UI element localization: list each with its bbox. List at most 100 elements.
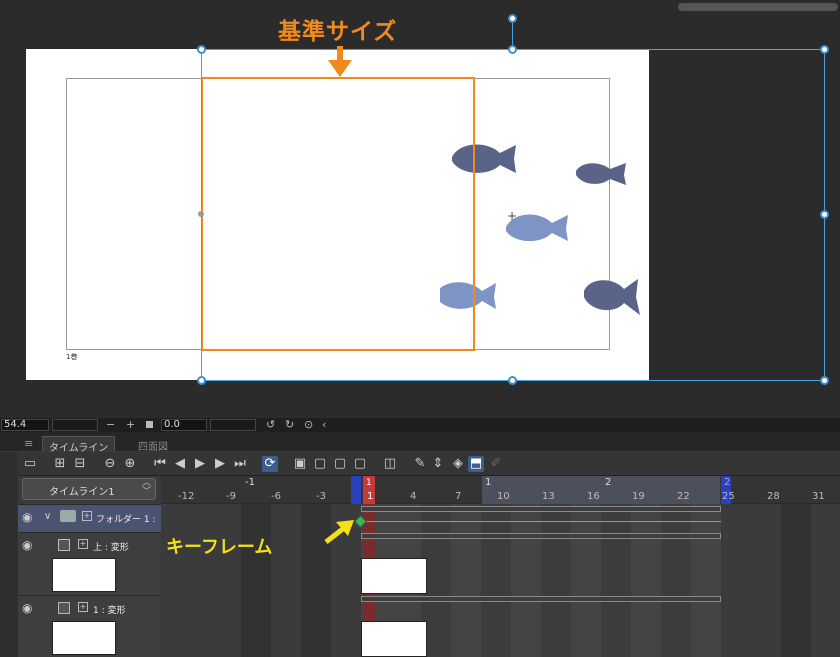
zoom-out-button[interactable]: − — [106, 418, 115, 431]
ruler-tick-label: 31 — [812, 491, 825, 502]
timeline-selector[interactable]: タイムライン1 — [22, 478, 156, 500]
grid-column-shade — [541, 504, 571, 657]
rotate-left-icon[interactable]: ↺ — [266, 418, 275, 431]
frame-label: 1巻 — [66, 353, 78, 361]
image-layer-icon — [58, 602, 70, 614]
zoom-in-icon[interactable]: ⊕ — [122, 456, 138, 472]
ruler-tick-label: -9 — [226, 491, 236, 502]
zoom-in-button[interactable]: + — [126, 418, 135, 431]
transform-handle-t[interactable] — [508, 45, 517, 54]
cel-thumbnail[interactable] — [361, 558, 427, 594]
folder-icon — [60, 510, 76, 522]
new-cel-icon[interactable]: ▣ — [292, 456, 308, 472]
cel-option-icon[interactable]: ▢ — [352, 456, 368, 472]
expand-chevron-icon[interactable]: ∨ — [44, 511, 51, 522]
rotate-handle[interactable] — [508, 14, 517, 23]
light-table-icon[interactable]: ◫ — [382, 456, 398, 472]
transform-handle-tl[interactable] — [197, 45, 206, 54]
layer-name-top: 上 : 変形 — [93, 543, 129, 553]
track-line-folder — [361, 521, 721, 522]
ruler-tick-label: -6 — [271, 491, 281, 502]
pivot-crosshair-icon[interactable]: + — [507, 209, 517, 223]
image-layer-icon — [58, 539, 70, 551]
transform-handle-l[interactable] — [198, 211, 204, 217]
grid-column-shade — [241, 504, 271, 657]
ruler-tick-label: 25 — [722, 491, 735, 502]
prev-frame-icon[interactable]: ◀ — [172, 456, 188, 472]
eye-icon[interactable]: ◉ — [22, 601, 32, 615]
reset-rotation-icon[interactable]: ⊙ — [304, 418, 313, 431]
onion-skin-icon[interactable]: ▢ — [332, 456, 348, 472]
zoom-field[interactable]: 54.4 — [1, 419, 49, 431]
next-frame-icon[interactable]: ▶ — [212, 456, 228, 472]
transform-icon: + — [78, 539, 88, 549]
edit-keyframe-icon[interactable]: ⬒ — [468, 456, 484, 472]
layer-thumbnail — [52, 621, 116, 655]
first-frame-icon[interactable]: ⏮ — [152, 456, 168, 472]
layer-thumbnail — [52, 558, 116, 592]
transform-handle-bl[interactable] — [197, 376, 206, 385]
ruler-tick-label: 19 — [632, 491, 645, 502]
grid-column-shade — [781, 504, 811, 657]
ruler-tick-label: 4 — [410, 491, 417, 502]
grid-column-shade — [601, 504, 631, 657]
rotate-slider[interactable] — [210, 419, 256, 431]
transform-icon: + — [82, 511, 92, 521]
play-icon[interactable]: ▶ — [192, 456, 208, 472]
ruler-second-label: 2 — [724, 477, 731, 488]
ruler-tick-label: 7 — [455, 491, 462, 502]
range-start-marker[interactable] — [351, 476, 361, 504]
track-bar-top[interactable] — [361, 533, 721, 539]
loop-icon[interactable]: ⟳ — [262, 456, 278, 472]
grid-column-shade — [661, 504, 691, 657]
eye-icon[interactable]: ◉ — [22, 510, 32, 524]
rotate-right-icon[interactable]: ↻ — [285, 418, 294, 431]
transform-handle-tr[interactable] — [820, 45, 829, 54]
timeline-view-icon[interactable]: ▭ — [22, 456, 38, 472]
ruler-second-label: 1 — [485, 477, 492, 488]
assign-cel-icon[interactable]: ▢ — [312, 456, 328, 472]
ruler-tick-label: 22 — [677, 491, 690, 502]
ruler-tick-label: 16 — [587, 491, 600, 502]
transform-handle-br[interactable] — [820, 376, 829, 385]
collapse-icon[interactable]: ‹ — [322, 418, 326, 431]
track-bar-1[interactable] — [361, 596, 721, 602]
keyframe-toggle-icon[interactable]: ✎ — [412, 456, 428, 472]
delete-keyframe-icon[interactable]: ◈ — [450, 456, 466, 472]
transform-handle-b[interactable] — [508, 376, 517, 385]
ruler-tick-label: 1 — [367, 491, 374, 502]
fit-icon[interactable] — [146, 421, 153, 428]
ruler-second-label: -1 — [245, 477, 255, 488]
cel-thumbnail[interactable] — [361, 621, 427, 657]
tab-timeline[interactable]: タイムライン — [42, 436, 116, 454]
selector-chevron-icon[interactable]: ︿ ﹀ — [142, 479, 151, 497]
layer-name-1: 1 : 変形 — [93, 606, 126, 616]
transform-icon: + — [78, 602, 88, 612]
ruler-tick-label: 10 — [497, 491, 510, 502]
transform-handle-r[interactable] — [820, 210, 829, 219]
layer-name-folder: フォルダー 1 : 変形 — [96, 515, 158, 525]
ruler-tick-label: 13 — [542, 491, 555, 502]
ruler-tick-label: 28 — [767, 491, 780, 502]
grid-column-shade — [481, 504, 511, 657]
ruler-tick-label: -12 — [178, 491, 195, 502]
last-frame-icon[interactable]: ⏭ — [232, 456, 248, 472]
timeline-toolbar — [18, 452, 840, 476]
track-bar-folder[interactable] — [361, 506, 721, 512]
horizontal-scrollbar[interactable] — [678, 3, 838, 11]
zoom-slider[interactable] — [52, 419, 98, 431]
keyframe-interp-icon[interactable]: ⇕ — [430, 456, 446, 472]
playhead-label: 1 — [366, 478, 372, 488]
pencil-icon[interactable]: ✐ — [488, 456, 504, 472]
zoom-out-icon[interactable]: ⊖ — [102, 456, 118, 472]
add-folder-icon[interactable]: ⊟ — [72, 456, 88, 472]
eye-icon[interactable]: ◉ — [22, 538, 32, 552]
ruler-second-label: 2 — [605, 477, 612, 488]
keyframe-annotation: キーフレーム — [166, 537, 273, 558]
tab-four-view[interactable]: 四面図 — [132, 436, 174, 453]
menu-icon[interactable]: ≡ — [24, 437, 33, 450]
base-size-label: 基準サイズ — [278, 19, 398, 45]
rotate-field[interactable]: 0.0 — [161, 419, 207, 431]
layer-sync-icon[interactable]: ⊞ — [52, 456, 68, 472]
keyframe-arrow-icon — [324, 520, 354, 544]
